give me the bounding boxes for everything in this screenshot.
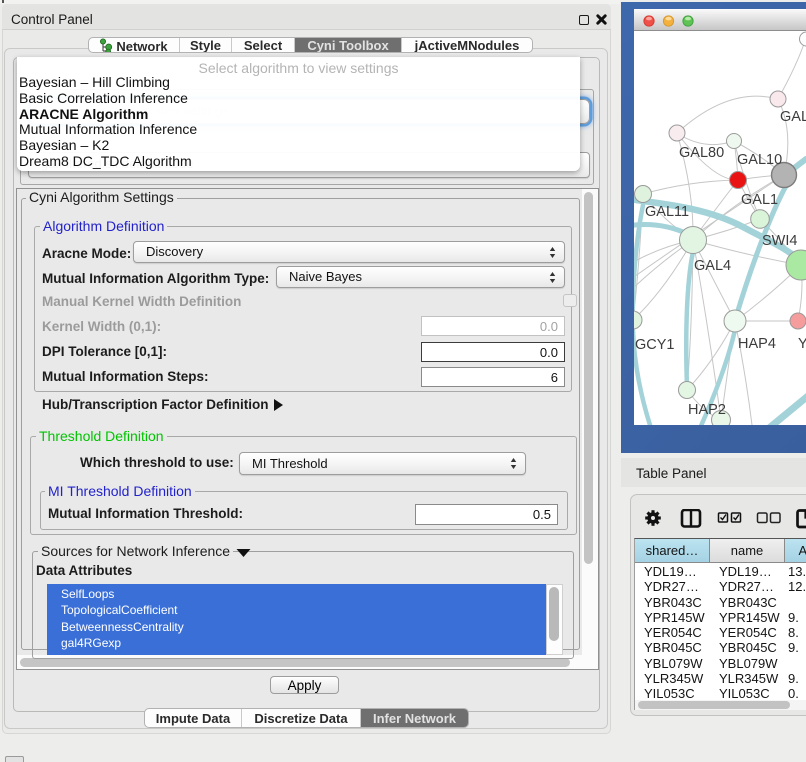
- svg-text:GAL7: GAL7: [780, 109, 806, 125]
- svg-text:GAL1: GAL1: [741, 192, 778, 208]
- svg-text:GAL80: GAL80: [679, 145, 724, 161]
- svg-text:SWI4: SWI4: [762, 233, 797, 249]
- svg-text:HAP2: HAP2: [688, 402, 726, 418]
- svg-text:GCY1: GCY1: [635, 337, 675, 353]
- svg-text:Y: Y: [798, 336, 806, 352]
- svg-text:GAL11: GAL11: [645, 204, 689, 220]
- svg-text:HAP4: HAP4: [738, 336, 776, 352]
- svg-text:GAL4: GAL4: [694, 258, 731, 274]
- svg-text:GAL10: GAL10: [737, 152, 782, 168]
